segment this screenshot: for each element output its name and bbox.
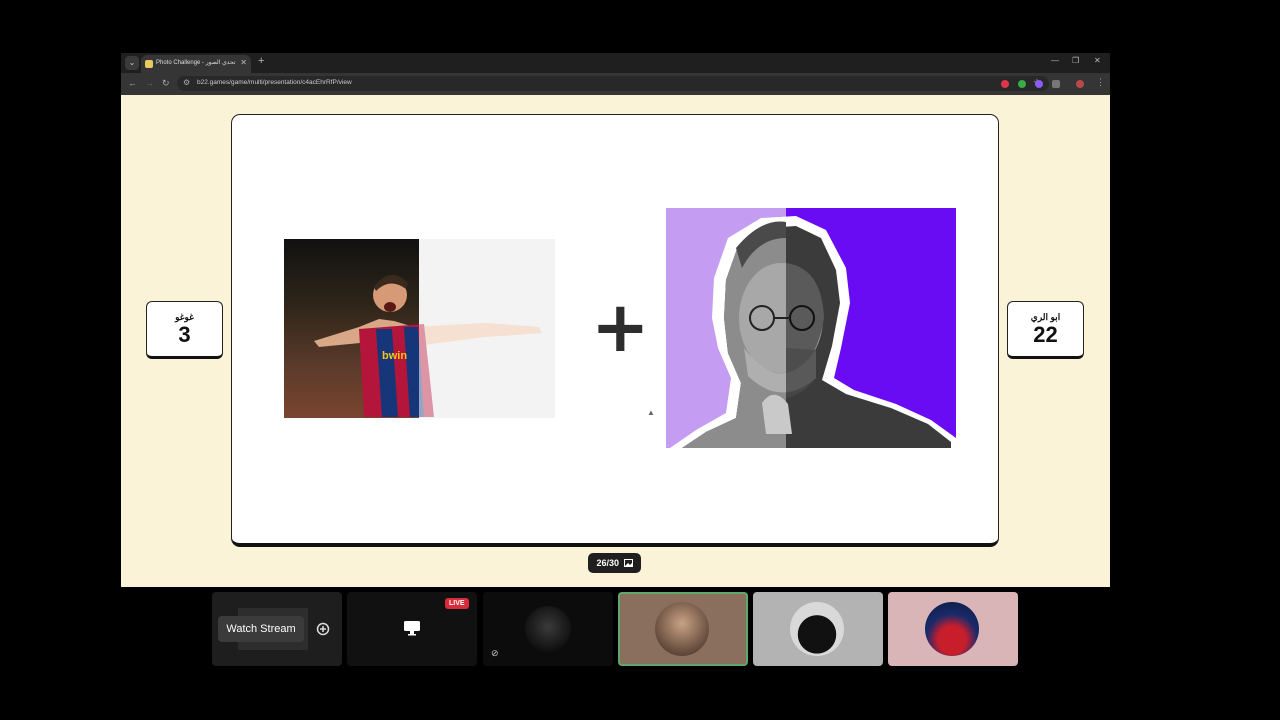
progress-text: 26/30 (596, 558, 619, 568)
profile-avatar[interactable] (1076, 80, 1084, 88)
page-viewport: bwin + غوغو 3 ابو الري 22 26/30 (121, 95, 1110, 587)
back-button[interactable]: ← (128, 78, 137, 88)
participant-tile-player[interactable] (888, 592, 1018, 666)
forward-button[interactable]: → (145, 78, 154, 88)
address-bar[interactable]: ⚙ b22.games/game/multi/presentation/c4ac… (177, 76, 1049, 91)
favicon-icon (145, 60, 153, 68)
mouse-pointer-icon: ▲ (647, 408, 655, 417)
player-figure: bwin (314, 239, 555, 418)
tab-strip: ⌄ Photo Challenge - تحدي الصور ✕ + — ❐ ✕ (121, 53, 1110, 73)
avatar (525, 606, 571, 652)
right-team-score-card: ابو الري 22 (1007, 301, 1084, 359)
url-text[interactable]: b22.games/game/multi/presentation/c4acEh… (197, 79, 352, 86)
portrait-photo (666, 208, 956, 448)
extension-red-icon[interactable] (1001, 80, 1009, 88)
live-badge: LIVE (445, 598, 469, 609)
avatar (925, 602, 979, 656)
minimize-button[interactable]: — (1051, 56, 1059, 65)
watch-stream-button[interactable]: Watch Stream (218, 616, 304, 642)
browser-menu-icon[interactable]: ⋮ (1096, 77, 1105, 88)
footballer-photo: bwin (284, 239, 555, 418)
monitor-icon (404, 621, 420, 636)
muted-mic-icon: ⊘ (491, 648, 499, 658)
tab-close-icon[interactable]: ✕ (240, 58, 247, 67)
extensions-puzzle-icon[interactable] (1052, 80, 1060, 88)
question-progress-badge: 26/30 (588, 553, 641, 573)
participant-tile-speaking[interactable] (618, 592, 748, 666)
image-icon (623, 559, 633, 567)
left-team-score: 3 (178, 322, 191, 347)
site-info-icon[interactable]: ⚙ (183, 78, 190, 87)
participant-tile-dark[interactable]: ⊘ (483, 592, 613, 666)
tab-search-dropdown[interactable]: ⌄ (125, 56, 139, 70)
popout-stream-icon[interactable] (316, 622, 330, 636)
right-team-score: 22 (1033, 322, 1058, 347)
participant-tile-mask[interactable] (753, 592, 883, 666)
avatar (790, 602, 844, 656)
watch-stream-tile[interactable]: Watch Stream (212, 592, 342, 666)
tab-photo-challenge[interactable]: Photo Challenge - تحدي الصور ✕ (141, 55, 251, 73)
left-team-score-card: غوغو 3 (146, 301, 223, 359)
avatar (655, 602, 709, 656)
browser-window: ⌄ Photo Challenge - تحدي الصور ✕ + — ❐ ✕… (121, 53, 1110, 587)
restore-button[interactable]: ❐ (1072, 56, 1079, 65)
portrait-figure (670, 216, 956, 448)
tab-title: Photo Challenge - تحدي الصور (156, 60, 236, 66)
screen-share-tile[interactable]: LIVE (347, 592, 477, 666)
extension-purple-icon[interactable] (1035, 80, 1043, 88)
question-slide: bwin + (231, 114, 999, 547)
plus-icon: + (591, 286, 650, 368)
window-close-button[interactable]: ✕ (1094, 56, 1101, 65)
new-tab-button[interactable]: + (258, 55, 264, 67)
extension-shield-icon[interactable] (1018, 80, 1026, 88)
shirt-sponsor-text: bwin (382, 350, 407, 362)
browser-toolbar: ← → ↻ ⚙ b22.games/game/multi/presentatio… (121, 73, 1110, 95)
reload-button[interactable]: ↻ (162, 78, 170, 89)
